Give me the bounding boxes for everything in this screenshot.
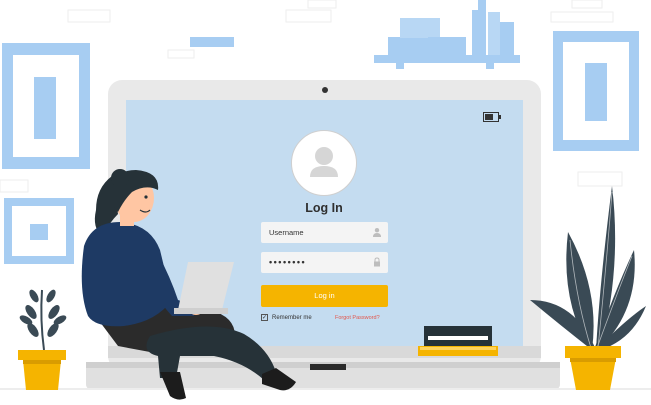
login-screen: Log In Username •••••••• Log in ✓ Rememb… (126, 100, 523, 350)
potted-plant-left (18, 289, 67, 390)
wall-dash (190, 37, 234, 47)
battery-icon (483, 112, 501, 122)
password-value: •••••••• (269, 257, 307, 267)
username-input[interactable]: Username (261, 222, 388, 243)
user-avatar-icon (291, 130, 357, 196)
user-silhouette-icon (310, 147, 338, 177)
picture-frame-right (553, 31, 639, 151)
login-button[interactable]: Log in (261, 285, 388, 307)
lock-icon (374, 257, 380, 267)
floor-line (0, 388, 651, 390)
login-title: Log In (305, 201, 343, 215)
user-icon (373, 228, 381, 237)
potted-plant-right (530, 186, 646, 390)
remember-me-checkbox[interactable]: ✓ Remember me (261, 314, 312, 321)
picture-frame-small (4, 198, 74, 264)
forgot-password-link[interactable]: Forgot Password? (335, 315, 380, 321)
wall-shelf (374, 0, 520, 69)
password-input[interactable]: •••••••• (261, 252, 388, 273)
check-icon[interactable]: ✓ (261, 314, 268, 321)
username-placeholder: Username (269, 228, 304, 237)
picture-frame-left (2, 43, 90, 169)
remember-label: Remember me (272, 314, 312, 321)
